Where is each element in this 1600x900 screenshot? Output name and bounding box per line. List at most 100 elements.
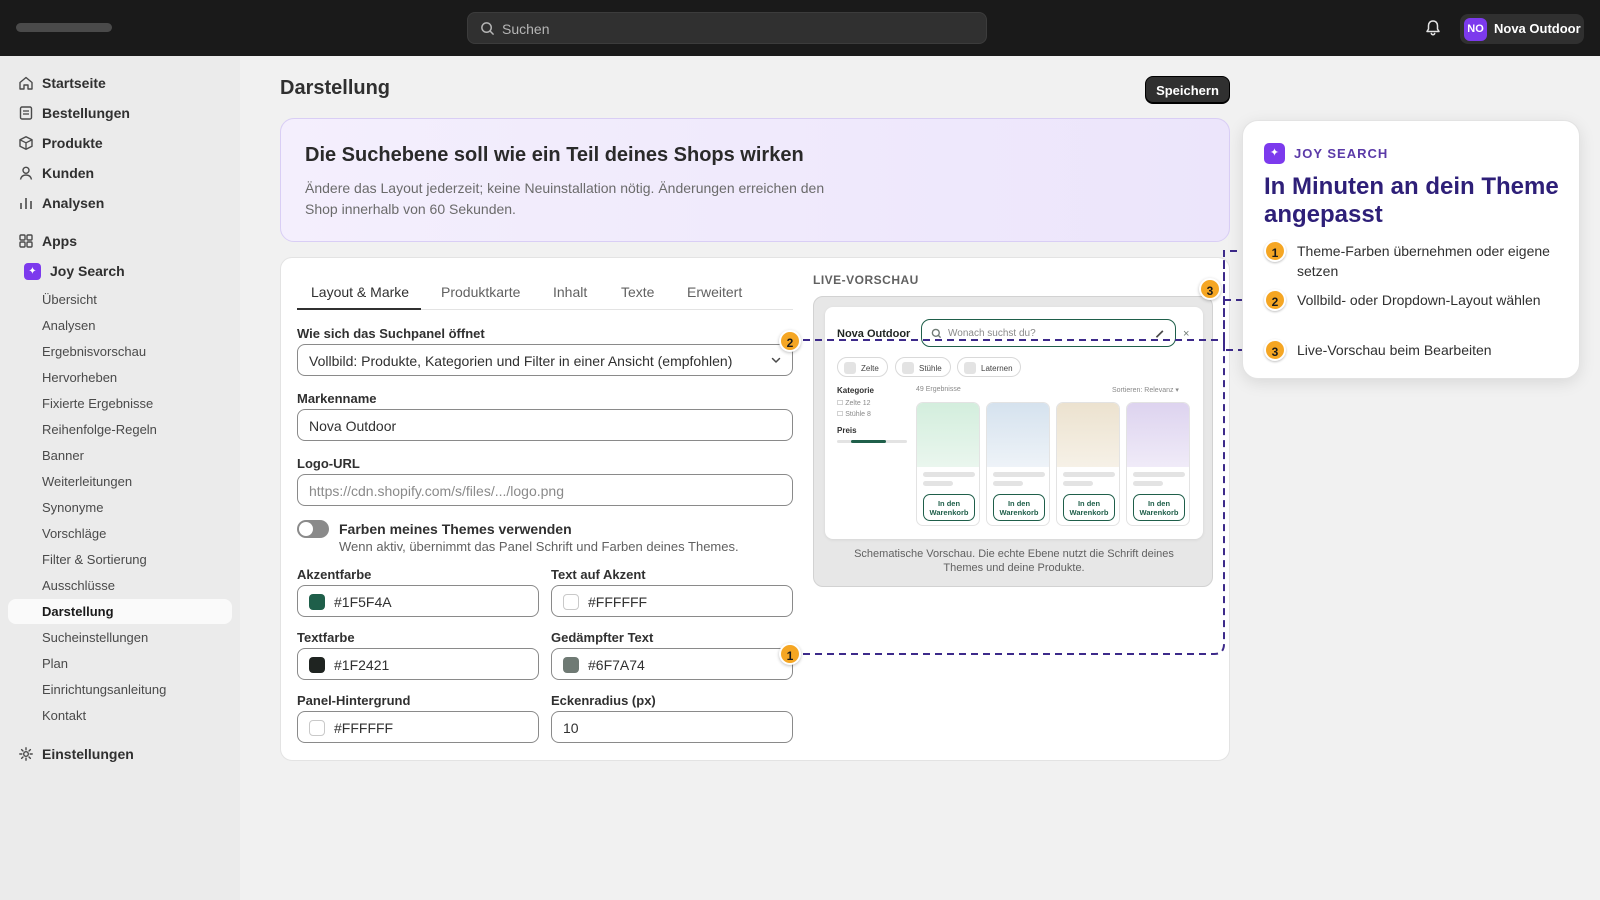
sidebar-item-label: Filter & Sortierung [42, 552, 147, 567]
brand-name-value: Nova Outdoor [309, 418, 397, 434]
sidebar-sub-sucheinstellungen[interactable]: Sucheinstellungen [8, 625, 232, 650]
sidebar-sub-darstellung[interactable]: Darstellung [8, 599, 232, 624]
logo-url-field[interactable]: https://cdn.shopify.com/s/files/.../logo… [297, 474, 793, 506]
add-to-cart-button: In den Warenkorb [1133, 494, 1185, 521]
sidebar-sub-ergebnisvorschau[interactable]: Ergebnisvorschau [8, 339, 232, 364]
home-icon [19, 76, 33, 90]
open-mode-select[interactable]: Vollbild: Produkte, Kategorien und Filte… [297, 344, 793, 376]
tab-bar: Layout & Marke Produktkarte Inhalt Texte… [297, 276, 793, 310]
preview-result-count: 49 Ergebnisse [916, 386, 961, 393]
sidebar-item-kunden[interactable]: Kunden [8, 159, 232, 187]
bell-icon[interactable] [1425, 19, 1441, 37]
preview-product-card: In den Warenkorb [1056, 402, 1120, 526]
sidebar-item-produkte[interactable]: Produkte [8, 129, 232, 157]
preview-close-icon: × [1183, 328, 1190, 340]
tab-erweitert[interactable]: Erweitert [687, 284, 742, 310]
sidebar-item-apps[interactable]: Apps [8, 227, 232, 255]
sidebar-sub-hervorheben[interactable]: Hervorheben [8, 365, 232, 390]
accent-color-value: #1F5F4A [334, 594, 392, 610]
sidebar-item-joy-search[interactable]: ✦ Joy Search [8, 257, 232, 285]
feature-card: ✦ JOY SEARCH In Minuten an dein Theme an… [1242, 120, 1580, 379]
chip-label: Laternen [981, 364, 1013, 373]
muted-text-color-field[interactable]: #6F7A74 [551, 648, 793, 680]
sidebar-item-label: Übersicht [42, 292, 97, 307]
on-accent-color-value: #FFFFFF [588, 594, 648, 610]
avatar: NO [1464, 18, 1487, 41]
sidebar-item-label: Joy Search [50, 263, 125, 279]
product-icon [19, 136, 33, 150]
sidebar-sub-fixierte-ergebnisse[interactable]: Fixierte Ergebnisse [8, 391, 232, 416]
hero-title: Die Suchebene soll wie ein Teil deines S… [305, 144, 804, 166]
sidebar-sub-einrichtungsanleitung[interactable]: Einrichtungsanleitung [8, 677, 232, 702]
sidebar-item-label: Ergebnisvorschau [42, 344, 147, 359]
sidebar-sub-filter-sortierung[interactable]: Filter & Sortierung [8, 547, 232, 572]
sidebar-item-label: Bestellungen [42, 105, 130, 121]
theme-colors-toggle[interactable] [297, 520, 329, 538]
add-to-cart-button: In den Warenkorb [923, 494, 975, 521]
sidebar-item-label: Einrichtungsanleitung [42, 682, 167, 697]
sidebar-sub-kontakt[interactable]: Kontakt [8, 703, 232, 728]
shopify-logo[interactable] [16, 23, 112, 32]
preview-chip: Zelte [837, 357, 888, 377]
tab-label: Layout & Marke [311, 284, 410, 300]
color-swatch[interactable] [309, 594, 325, 610]
corner-radius-value: 10 [563, 720, 579, 736]
sidebar-item-label: Einstellungen [42, 746, 134, 762]
panel-background-field[interactable]: #FFFFFF [297, 711, 539, 743]
color-swatch[interactable] [563, 657, 579, 673]
color-swatch[interactable] [309, 720, 325, 736]
sidebar-sub-weiterleitungen[interactable]: Weiterleitungen [8, 469, 232, 494]
sidebar-sub-synonyme[interactable]: Synonyme [8, 495, 232, 520]
sidebar-item-bestellungen[interactable]: Bestellungen [8, 99, 232, 127]
sidebar-sub-reihenfolge-regeln[interactable]: Reihenfolge-Regeln [8, 417, 232, 442]
sidebar-sub-analysen[interactable]: Analysen [8, 313, 232, 338]
color-swatch[interactable] [563, 594, 579, 610]
customer-icon [19, 166, 33, 180]
sidebar-sub-plan[interactable]: Plan [8, 651, 232, 676]
corner-radius-label: Eckenradius (px) [551, 693, 656, 708]
chevron-down-icon [771, 357, 781, 363]
preview-sort: Sortieren: Relevanz ▾ [1112, 387, 1179, 394]
live-preview-label: LIVE-VORSCHAU [813, 273, 919, 287]
chip-label: Stühle [919, 364, 942, 373]
preview-search-panel: Nova Outdoor Wonach suchst du? × Zelte S… [825, 307, 1203, 539]
brand-name-label: Markenname [297, 391, 377, 406]
search-icon [481, 22, 494, 35]
sidebar-item-label: Banner [42, 448, 84, 463]
sidebar-item-startseite[interactable]: Startseite [8, 69, 232, 97]
tab-layout-marke[interactable]: Layout & Marke [297, 284, 421, 310]
tab-inhalt[interactable]: Inhalt [553, 284, 587, 310]
chart-icon [20, 198, 32, 209]
tab-produktkarte[interactable]: Produktkarte [441, 284, 520, 310]
top-bar: Suchen NO Nova Outdoor [0, 0, 1600, 56]
store-menu[interactable]: NO Nova Outdoor [1460, 14, 1584, 44]
sidebar-sub-ausschluesse[interactable]: Ausschlüsse [8, 573, 232, 598]
sidebar-item-analysen[interactable]: Analysen [8, 189, 232, 217]
microphone-icon [1155, 330, 1164, 338]
sidebar-sub-banner[interactable]: Banner [8, 443, 232, 468]
sidebar-sub-uebersicht[interactable]: Übersicht [8, 287, 232, 312]
sidebar-sub-vorschlaege[interactable]: Vorschläge [8, 521, 232, 546]
sidebar-item-label: Ausschlüsse [42, 578, 115, 593]
tab-label: Texte [621, 284, 655, 300]
accent-color-field[interactable]: #1F5F4A [297, 585, 539, 617]
gear-icon [19, 747, 33, 761]
sidebar-item-label: Plan [42, 656, 69, 671]
save-button[interactable]: Speichern [1145, 76, 1230, 104]
on-accent-color-field[interactable]: #FFFFFF [551, 585, 793, 617]
tab-texte[interactable]: Texte [621, 284, 654, 310]
text-color-field[interactable]: #1F2421 [297, 648, 539, 680]
sidebar-item-label: Hervorheben [42, 370, 118, 385]
sidebar-item-label: Weiterleitungen [42, 474, 133, 489]
global-search[interactable]: Suchen [467, 12, 987, 44]
feature-title: In Minuten an dein Theme angepasst [1264, 173, 1559, 228]
on-accent-color-label: Text auf Akzent [551, 567, 646, 582]
corner-radius-field[interactable]: 10 [551, 711, 793, 743]
sparkle-icon: ✦ [1264, 143, 1285, 164]
sidebar-item-einstellungen[interactable]: Einstellungen [8, 740, 232, 768]
brand-name-field[interactable]: Nova Outdoor [297, 409, 793, 441]
open-mode-label: Wie sich das Suchpanel öffnet [297, 326, 485, 341]
muted-text-color-value: #6F7A74 [588, 657, 645, 673]
color-swatch[interactable] [309, 657, 325, 673]
theme-colors-toggle-help: Wenn aktiv, übernimmt das Panel Schrift … [339, 539, 739, 554]
